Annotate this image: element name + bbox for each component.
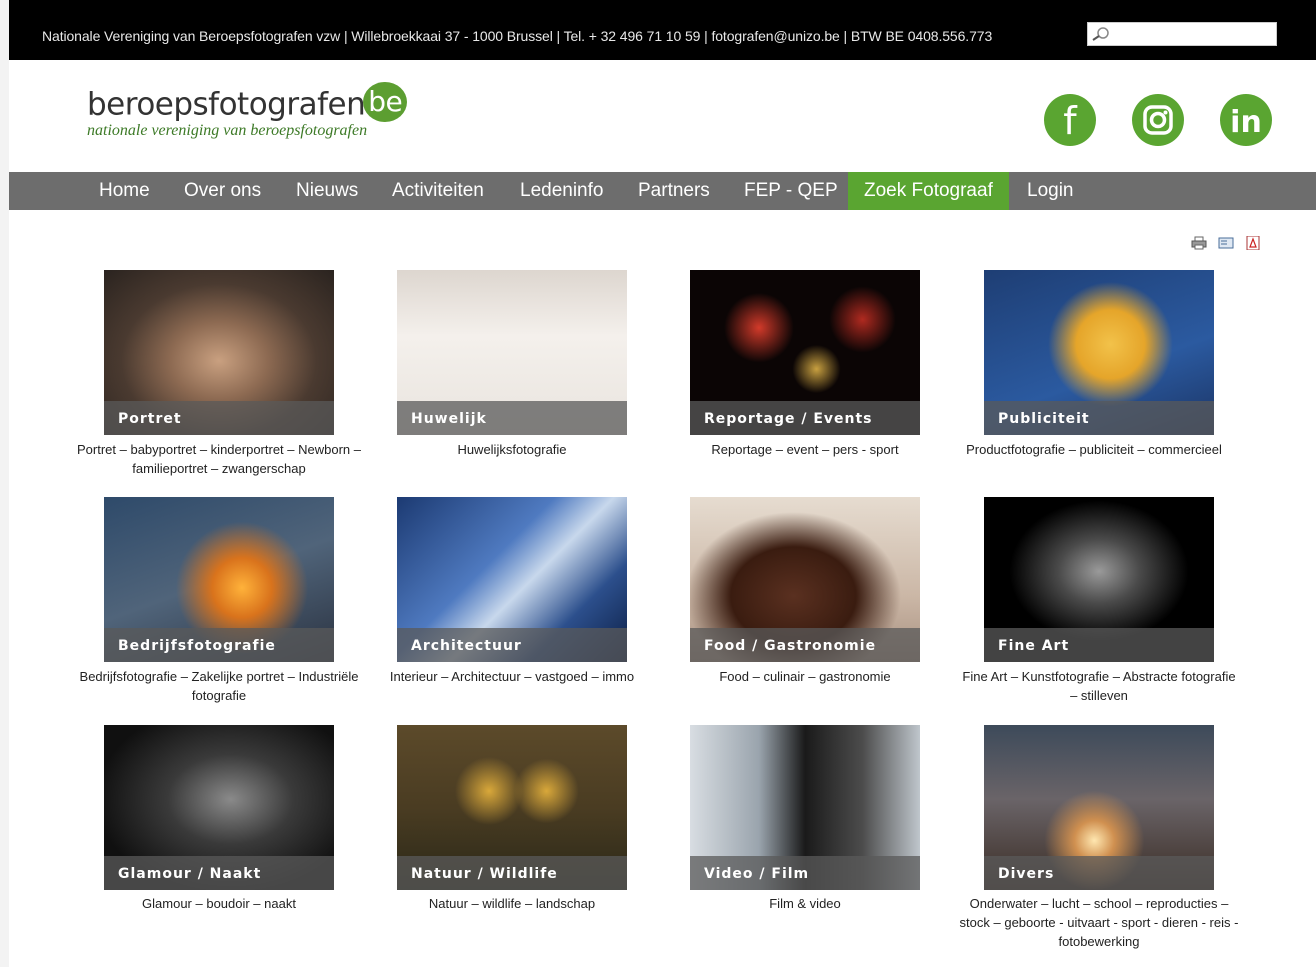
nav-fep-qep[interactable]: FEP - QEP: [728, 172, 854, 210]
search-input[interactable]: [1112, 23, 1272, 45]
pdf-icon[interactable]: [1245, 236, 1261, 250]
category-tile-architectuur[interactable]: Architectuur: [397, 497, 627, 662]
facebook-icon[interactable]: f: [1044, 94, 1096, 146]
category-desc: Natuur – wildlife – landschap: [428, 896, 596, 911]
search-box[interactable]: [1087, 22, 1277, 46]
category-desc: Interieur – Architectuur – vastgoed – im…: [389, 669, 635, 684]
top-info-bar: Nationale Vereniging van Beroepsfotograf…: [9, 0, 1316, 60]
category-title: Divers: [998, 866, 1055, 882]
category-desc: Food – culinair – gastronomie: [719, 669, 891, 684]
nav-nieuws[interactable]: Nieuws: [280, 172, 374, 210]
category-title: Architectuur: [411, 638, 522, 654]
category-title: Portret: [118, 411, 182, 427]
category-desc: Film & video: [769, 896, 841, 911]
nav-ledeninfo[interactable]: Ledeninfo: [504, 172, 619, 210]
category-tile-fine-art[interactable]: Fine Art: [984, 497, 1214, 662]
search-icon[interactable]: [1091, 26, 1111, 42]
category-desc: Reportage – event – pers - sport: [711, 442, 899, 457]
instagram-icon[interactable]: [1132, 94, 1184, 146]
site-logo[interactable]: beroepsfotografen be nationale vereniging…: [87, 82, 408, 140]
category-title: Glamour / Naakt: [118, 866, 262, 882]
category-title: Food / Gastronomie: [704, 638, 877, 654]
logo-be-badge: be: [363, 82, 408, 122]
category-desc: Bedrijfsfotografie – Zakelijke portret –…: [79, 669, 359, 703]
nav-login[interactable]: Login: [1011, 172, 1090, 210]
linkedin-glyph: in: [1230, 105, 1262, 140]
category-title: Video / Film: [704, 866, 810, 882]
category-tile-reportage[interactable]: Reportage / Events: [690, 270, 920, 435]
category-title: Fine Art: [998, 638, 1070, 654]
category-tile-portret[interactable]: Portret: [104, 270, 334, 435]
category-title: Bedrijfsfotografie: [118, 638, 276, 654]
category-title: Reportage / Events: [704, 411, 873, 427]
category-desc: Fine Art – Kunstfotografie – Abstracte f…: [962, 669, 1236, 703]
category-tile-huwelijk[interactable]: Huwelijk: [397, 270, 627, 435]
category-title: Natuur / Wildlife: [411, 866, 558, 882]
category-tile-food[interactable]: Food / Gastronomie: [690, 497, 920, 662]
category-desc: Huwelijksfotografie: [457, 442, 567, 457]
category-tile-bedrijfsfotografie[interactable]: Bedrijfsfotografie: [104, 497, 334, 662]
nav-over-ons[interactable]: Over ons: [168, 172, 277, 210]
category-tile-glamour[interactable]: Glamour / Naakt: [104, 725, 334, 890]
category-tile-divers[interactable]: Divers: [984, 725, 1214, 890]
main-nav: Home Over ons Nieuws Activiteiten Ledeni…: [9, 172, 1316, 210]
category-title: Publiciteit: [998, 411, 1090, 427]
category-tile-video[interactable]: Video / Film: [690, 725, 920, 890]
nav-partners[interactable]: Partners: [622, 172, 726, 210]
category-desc: Portret – babyportret – kinderportret – …: [77, 442, 361, 476]
contact-info: Nationale Vereniging van Beroepsfotograf…: [42, 28, 993, 44]
logo-text: beroepsfotografen: [87, 86, 366, 123]
category-tile-publiciteit[interactable]: Publiciteit: [984, 270, 1214, 435]
category-tile-natuur[interactable]: Natuur / Wildlife: [397, 725, 627, 890]
category-desc: Glamour – boudoir – naakt: [142, 896, 296, 911]
nav-home[interactable]: Home: [83, 172, 166, 210]
print-icon[interactable]: [1191, 236, 1207, 250]
logo-tagline: nationale vereniging van beroepsfotograf…: [87, 122, 368, 139]
linkedin-icon[interactable]: in: [1220, 94, 1272, 146]
page: Nationale Vereniging van Beroepsfotograf…: [9, 0, 1316, 967]
nav-activiteiten[interactable]: Activiteiten: [376, 172, 500, 210]
category-title: Huwelijk: [411, 411, 487, 427]
email-icon[interactable]: [1218, 236, 1234, 250]
category-desc: Onderwater – lucht – school – reproducti…: [959, 896, 1239, 949]
nav-zoek-fotograaf[interactable]: Zoek Fotograaf: [848, 172, 1009, 210]
facebook-glyph: f: [1063, 99, 1078, 143]
category-desc: Productfotografie – publiciteit – commer…: [966, 442, 1222, 457]
